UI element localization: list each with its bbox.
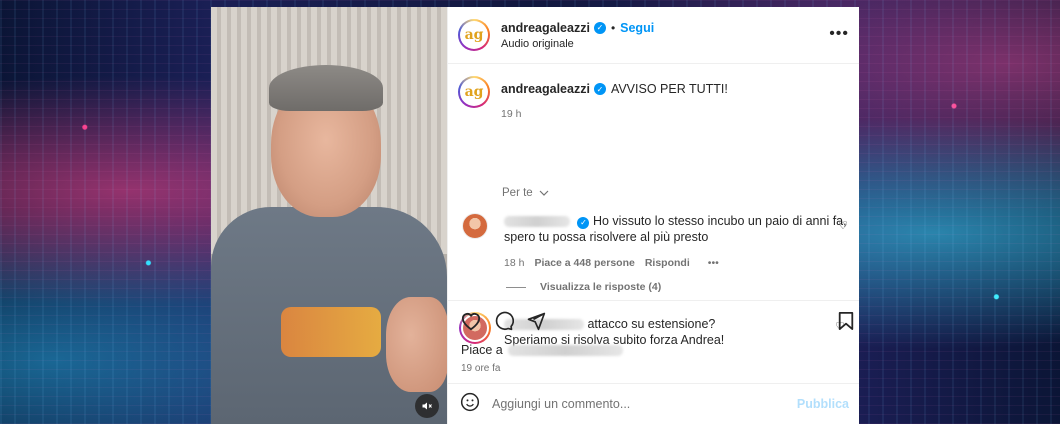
mute-button[interactable]	[415, 394, 439, 418]
post-video[interactable]	[211, 7, 447, 424]
comment-more-options-icon[interactable]: •••	[708, 257, 719, 269]
speaker-muted-icon	[422, 402, 432, 410]
comments-section: ag andreagaleazzi ✓ AVVISO PER TUTTI! 19…	[448, 64, 859, 347]
share-button[interactable]	[526, 311, 546, 331]
video-person-hair	[269, 65, 383, 111]
comment-text-line-2: spero tu possa risolvere al più presto	[504, 230, 709, 244]
author-username[interactable]: andreagaleazzi	[501, 21, 590, 35]
separator-dot: •	[610, 20, 616, 35]
verified-badge-icon: ✓	[593, 21, 606, 34]
save-button[interactable]	[837, 311, 855, 336]
verified-badge-icon: ✓	[593, 83, 606, 95]
emoji-button[interactable]	[460, 392, 480, 417]
post-timestamp[interactable]: 19 ore fa	[448, 363, 859, 383]
comment-button[interactable]	[494, 311, 514, 331]
comment-sort-label: Per te	[502, 187, 533, 199]
caption-time: 19 h	[501, 108, 522, 120]
comment-input[interactable]	[492, 397, 797, 411]
post-caption: ag andreagaleazzi ✓ AVVISO PER TUTTI! 19…	[458, 76, 728, 120]
commenter-avatar[interactable]	[462, 213, 488, 239]
commenter-username-blurred[interactable]	[504, 216, 570, 228]
caption-avatar-logo: ag	[460, 78, 488, 106]
video-person-hand	[386, 297, 447, 392]
verified-badge-icon: ✓	[577, 217, 590, 229]
reply-button[interactable]: Rispondi	[645, 257, 690, 269]
audio-label[interactable]: Audio originale	[501, 38, 654, 50]
more-options-icon[interactable]: •••	[829, 25, 849, 43]
instagram-post: ag andreagaleazzi ✓ • Segui Audio origin…	[211, 7, 859, 424]
comment-text-line-1: Ho vissuto lo stesso incubo un paio di a…	[592, 214, 847, 228]
comment-sort-dropdown[interactable]: Per te	[502, 187, 549, 199]
view-replies-button[interactable]: Visualizza le risposte (4)	[506, 281, 661, 293]
comment-composer: Pubblica	[448, 383, 859, 424]
author-avatar[interactable]: ag	[458, 19, 490, 51]
emoji-smile-icon	[460, 392, 480, 411]
view-replies-label: Visualizza le risposte (4)	[540, 281, 662, 293]
comment-bubble-icon	[495, 311, 514, 331]
follow-button[interactable]: Segui	[620, 21, 654, 35]
heart-icon	[461, 313, 481, 331]
post-actions-bar	[448, 301, 859, 341]
chevron-down-icon	[539, 190, 549, 196]
comment-item: ✓ Ho vissuto lo stesso incubo un paio di…	[462, 213, 852, 269]
publish-button[interactable]: Pubblica	[797, 397, 849, 411]
comment-like-heart-icon[interactable]: ♡	[838, 219, 848, 232]
comment-time: 18 h	[504, 257, 525, 269]
author-avatar-logo: ag	[460, 21, 488, 49]
video-hoodie-print	[281, 307, 381, 357]
comment-likes-link[interactable]: Piace a 448 persone	[534, 257, 634, 269]
paper-plane-icon	[527, 312, 546, 331]
caption-username[interactable]: andreagaleazzi	[501, 82, 590, 96]
post-header: ag andreagaleazzi ✓ • Segui Audio origin…	[448, 7, 859, 64]
bookmark-icon	[838, 312, 854, 330]
caption-text: AVVISO PER TUTTI!	[610, 82, 728, 96]
liker-username-blurred[interactable]	[507, 344, 623, 356]
caption-author-avatar[interactable]: ag	[458, 76, 490, 108]
replies-divider-line	[506, 286, 526, 288]
post-side-panel: ag andreagaleazzi ✓ • Segui Audio origin…	[447, 7, 859, 424]
like-button[interactable]	[460, 311, 482, 331]
